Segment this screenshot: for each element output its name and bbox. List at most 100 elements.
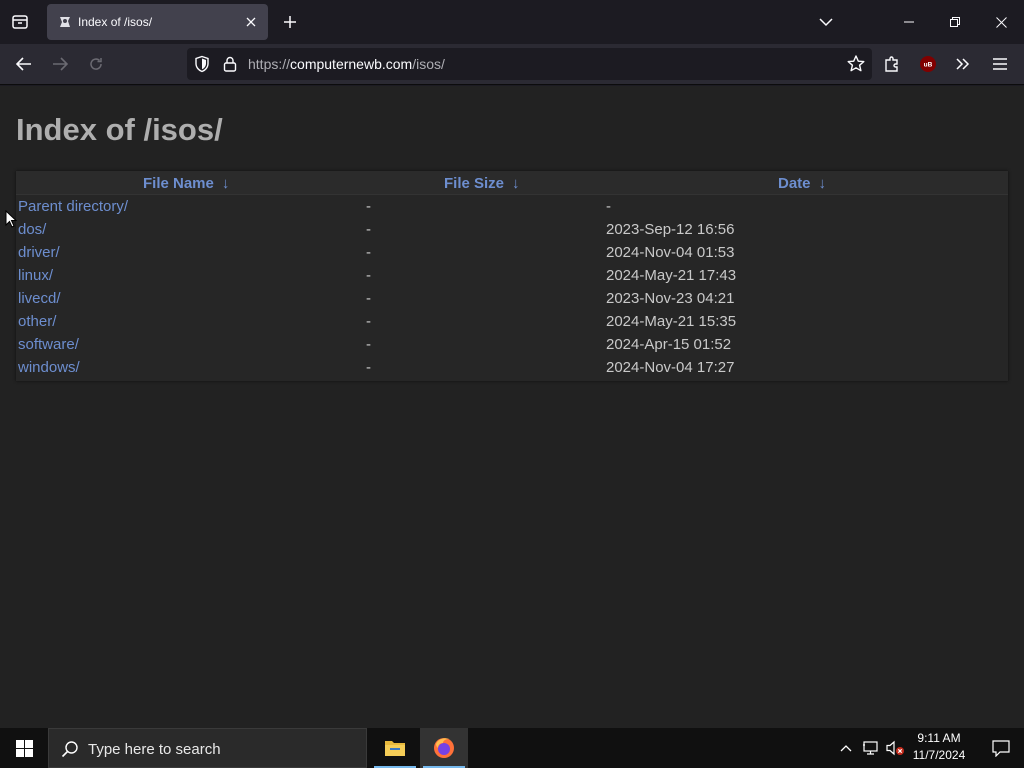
- table-row: other/ - 2024-May-21 15:35: [16, 311, 1008, 334]
- navigation-toolbar: https://computernewb.com/isos/ uB: [0, 44, 1024, 85]
- file-date: 2024-Apr-15 01:52: [606, 336, 732, 353]
- sort-arrow-icon: ↓: [221, 175, 230, 192]
- firefox-view-icon: [12, 15, 28, 29]
- column-header-label: Date: [778, 175, 811, 192]
- url-text[interactable]: https://computernewb.com/isos/: [248, 56, 445, 72]
- show-hidden-icons-button[interactable]: [836, 728, 856, 768]
- tab-close-button[interactable]: [242, 13, 260, 31]
- url-host: computernewb.com: [290, 56, 413, 72]
- file-size: -: [366, 290, 371, 307]
- notification-icon: [992, 739, 1010, 757]
- close-window-button[interactable]: [978, 0, 1024, 44]
- tab-title: Index of /isos/: [78, 15, 153, 29]
- firefox-view-button[interactable]: [4, 6, 36, 38]
- reload-icon: [90, 58, 102, 70]
- lock-icon[interactable]: [221, 55, 239, 73]
- column-header-file-size[interactable]: File Size ↓: [444, 175, 520, 192]
- file-size: -: [366, 313, 371, 330]
- new-tab-button[interactable]: [276, 8, 304, 36]
- bookmark-star-icon[interactable]: [846, 54, 866, 74]
- table-row: dos/ - 2023-Sep-12 16:56: [16, 219, 1008, 242]
- svg-text:uB: uB: [924, 62, 933, 69]
- page-content: Index of /isos/ File Name ↓ File Size ↓ Da…: [0, 86, 1024, 728]
- file-link[interactable]: dos/: [18, 221, 46, 238]
- file-link[interactable]: driver/: [18, 244, 60, 261]
- minimize-button[interactable]: [886, 0, 932, 44]
- network-status-button[interactable]: [860, 728, 882, 768]
- extensions-button[interactable]: [876, 48, 908, 80]
- table-row: software/ - 2024-Apr-15 01:52: [16, 334, 1008, 357]
- volume-button[interactable]: [884, 728, 906, 768]
- file-date: 2023-Nov-23 04:21: [606, 290, 735, 307]
- speaker-muted-icon: [886, 740, 904, 756]
- file-size: -: [366, 244, 371, 261]
- table-header: File Name ↓ File Size ↓ Date ↓: [16, 171, 1008, 195]
- taskbar: Type here to search 9:11 AM 11/7/2024: [0, 728, 1024, 768]
- restore-icon: [950, 17, 960, 27]
- file-link[interactable]: windows/: [18, 359, 80, 376]
- column-header-label: File Size: [444, 175, 505, 192]
- file-link[interactable]: Parent directory/: [18, 198, 128, 215]
- file-link[interactable]: software/: [18, 336, 79, 353]
- network-icon: [863, 741, 878, 755]
- file-size: -: [366, 359, 371, 376]
- start-button[interactable]: [0, 728, 48, 768]
- reload-button[interactable]: [80, 48, 112, 80]
- file-explorer-taskbar-button[interactable]: [371, 728, 419, 768]
- file-link[interactable]: other/: [18, 313, 56, 330]
- table-row: driver/ - 2024-Nov-04 01:53: [16, 242, 1008, 265]
- sort-arrow-icon: ↓: [818, 175, 827, 192]
- tab-active[interactable]: Index of /isos/: [47, 4, 268, 40]
- sort-arrow-icon: ↓: [512, 175, 520, 192]
- puzzle-piece-icon: [885, 56, 898, 72]
- search-icon: [61, 741, 78, 758]
- file-link[interactable]: linux/: [18, 267, 53, 284]
- file-date: 2024-May-21 17:43: [606, 267, 737, 284]
- folder-icon: [385, 741, 405, 756]
- mouse-cursor-icon: [5, 210, 17, 228]
- clock-time: 9:11 AM: [917, 731, 961, 745]
- column-header-label: File Name: [143, 175, 214, 192]
- file-date: 2023-Sep-12 16:56: [606, 221, 735, 238]
- list-all-tabs-button[interactable]: [812, 8, 840, 36]
- column-header-file-name[interactable]: File Name ↓: [143, 175, 229, 192]
- tab-strip: Index of /isos/: [0, 0, 1024, 44]
- hamburger-menu-icon: [993, 58, 1007, 70]
- file-size: -: [366, 336, 371, 353]
- clock-date: 11/7/2024: [912, 748, 966, 762]
- url-path: /isos/: [412, 56, 445, 72]
- system-clock[interactable]: 9:11 AM 11/7/2024: [904, 730, 974, 766]
- table-row: linux/ - 2024-May-21 17:43: [16, 265, 1008, 288]
- app-menu-button[interactable]: [984, 48, 1016, 80]
- file-date: -: [606, 198, 611, 215]
- back-button[interactable]: [8, 48, 40, 80]
- ublock-origin-button[interactable]: uB: [912, 48, 944, 80]
- table-row: windows/ - 2024-Nov-04 17:27: [16, 357, 1008, 380]
- table-row: livecd/ - 2023-Nov-23 04:21: [16, 288, 1008, 311]
- column-header-date[interactable]: Date ↓: [778, 175, 826, 192]
- address-bar[interactable]: https://computernewb.com/isos/: [187, 48, 872, 80]
- back-arrow-icon: [16, 57, 31, 71]
- file-size: -: [366, 267, 371, 284]
- close-icon: [246, 17, 256, 27]
- plus-icon: [284, 16, 296, 28]
- minimize-icon: [904, 21, 914, 23]
- windows-logo-icon: [15, 739, 33, 757]
- action-center-button[interactable]: [978, 728, 1024, 768]
- restore-button[interactable]: [932, 0, 978, 44]
- file-date: 2024-May-21 15:35: [606, 313, 737, 330]
- tracking-protection-shield-icon[interactable]: [193, 55, 211, 73]
- page-title: Index of /isos/: [16, 112, 223, 147]
- url-scheme: https://: [248, 56, 291, 72]
- chevron-up-icon: [840, 745, 852, 752]
- search-placeholder: Type here to search: [88, 741, 221, 758]
- ublock-origin-icon: uB: [920, 56, 936, 72]
- file-listing-table: File Name ↓ File Size ↓ Date ↓ Parent direc…: [16, 171, 1008, 381]
- file-date: 2024-Nov-04 01:53: [606, 244, 735, 261]
- table-row: Parent directory/ - -: [16, 196, 1008, 219]
- firefox-taskbar-button[interactable]: [420, 728, 468, 768]
- taskbar-search-box[interactable]: Type here to search: [48, 728, 367, 768]
- file-link[interactable]: livecd/: [18, 290, 61, 307]
- forward-button[interactable]: [44, 48, 76, 80]
- more-tools-button[interactable]: [947, 48, 979, 80]
